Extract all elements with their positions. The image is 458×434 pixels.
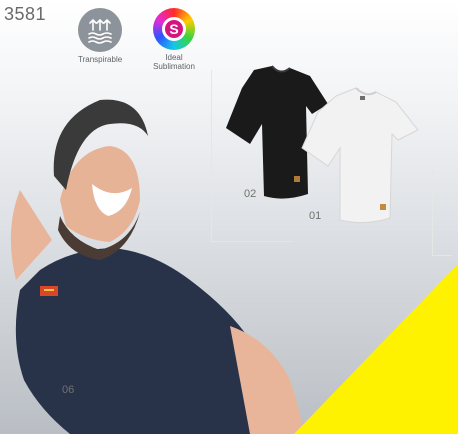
water-vapour-icon [78,8,122,52]
frame-line-right-bottom [432,255,452,256]
feature-breathable-label: Transpirable [78,55,123,64]
feature-sublimation-label-line1: Ideal [165,53,183,62]
product-code: 3581 [4,4,47,24]
feature-breathable: Transpirable [78,8,122,64]
frame-line-right [432,170,433,256]
svg-text:S: S [169,21,178,37]
yellow-accent-triangle [294,264,458,434]
feature-sublimation-label-line2: Sublimation [153,62,195,71]
variant-label-navy: 06 [62,384,75,396]
feature-sublimation: S Ideal Sublimation [146,8,202,71]
feature-sublimation-label: Ideal Sublimation [146,53,202,71]
model-photo [10,99,304,434]
sublimation-s-icon: S [153,8,195,50]
